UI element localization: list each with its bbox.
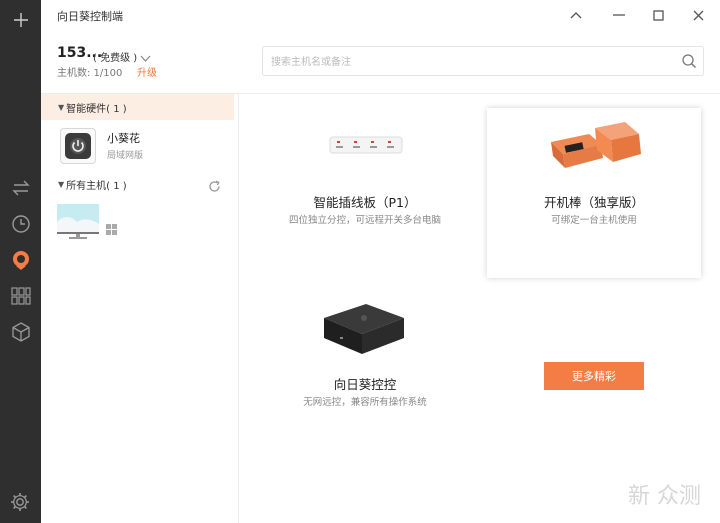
upgrade-link[interactable]: 升级: [137, 64, 157, 79]
cube-icon: [11, 322, 30, 342]
product-title: 开机棒（独享版）: [543, 195, 644, 210]
expand-triangle-icon: ▼: [58, 102, 65, 112]
product-desc: 四位独立分控，可远程开关多台电脑: [288, 215, 441, 226]
refresh-button[interactable]: [208, 178, 221, 197]
clock-icon: [11, 215, 30, 233]
refresh-icon: [209, 180, 220, 192]
minimize-button[interactable]: [608, 4, 630, 26]
kongkong-device-image: [324, 304, 404, 354]
host-list-item[interactable]: [41, 200, 238, 244]
device-thumbnail: [60, 128, 96, 164]
sidebar-divider: [238, 93, 239, 523]
search-button[interactable]: [681, 53, 697, 73]
maximize-button[interactable]: [647, 4, 669, 26]
title-bar: 向日葵控制端: [41, 0, 720, 30]
device-name: 小葵花: [107, 132, 140, 145]
nav-hardware-button[interactable]: [0, 242, 41, 278]
more-products-button[interactable]: 更多精彩: [544, 362, 644, 390]
group-label: 所有主机( 1 ): [66, 180, 127, 192]
monitor-icon: [57, 204, 99, 239]
product-card-boot-stick[interactable]: 开机棒（独享版） 可绑定一台主机使用: [487, 108, 701, 278]
device-list-item[interactable]: 小葵花 局域网版: [41, 122, 238, 170]
account-tier: ( 免费级 ): [93, 53, 138, 64]
gear-icon: [11, 493, 29, 511]
apps-icon: [10, 287, 31, 305]
chevron-down-icon: [140, 55, 151, 62]
search-input[interactable]: [271, 53, 671, 71]
product-card-kongkong[interactable]: 向日葵控控 无网远控，兼容所有操作系统: [258, 290, 472, 460]
host-count: 主机数: 1/100: [57, 68, 123, 79]
settings-button[interactable]: [9, 491, 31, 517]
minimize-icon: [613, 14, 625, 16]
app-title: 向日葵控制端: [57, 10, 123, 23]
chevron-up-icon: [570, 12, 582, 19]
boot-stick-box-image: [551, 122, 641, 168]
group-all-hosts[interactable]: ▼ 所有主机( 1 ): [41, 171, 234, 197]
product-desc: 可绑定一台主机使用: [551, 215, 637, 226]
watermark: 新 众测: [628, 484, 701, 509]
close-icon: [693, 10, 703, 20]
plus-icon: [13, 13, 28, 27]
nav-apps-button[interactable]: [0, 278, 41, 314]
close-button[interactable]: [687, 4, 709, 26]
device-network: 局域网版: [107, 151, 144, 161]
power-strip-image: [329, 136, 403, 154]
nav-history-button[interactable]: [0, 206, 41, 242]
windows-icon: [106, 224, 117, 235]
expand-triangle-icon: ▼: [58, 179, 65, 189]
maximize-icon: [652, 9, 664, 21]
sunflower-icon: [12, 251, 29, 270]
swap-icon: [11, 180, 30, 196]
power-icon: [65, 133, 91, 159]
product-card-power-strip[interactable]: 智能插线板（P1） 四位独立分控，可远程开关多台电脑: [258, 108, 472, 278]
nav-plugins-button[interactable]: [0, 314, 41, 350]
nav-remote-button[interactable]: [0, 170, 41, 206]
group-smart-hardware[interactable]: ▼ 智能硬件( 1 ): [41, 94, 234, 120]
search-box: [262, 46, 704, 76]
search-icon: [682, 54, 696, 68]
nav-rail: [0, 0, 41, 523]
product-title: 智能插线板（P1）: [313, 195, 417, 210]
group-label: 智能硬件( 1 ): [66, 103, 127, 115]
collapse-button[interactable]: [565, 4, 587, 26]
product-desc: 无网远控，兼容所有操作系统: [303, 397, 427, 408]
product-title: 向日葵控控: [333, 377, 397, 392]
add-button[interactable]: [0, 2, 41, 38]
account-panel: 153... ( 免费级 ) 主机数: 1/100 升级: [41, 30, 238, 92]
